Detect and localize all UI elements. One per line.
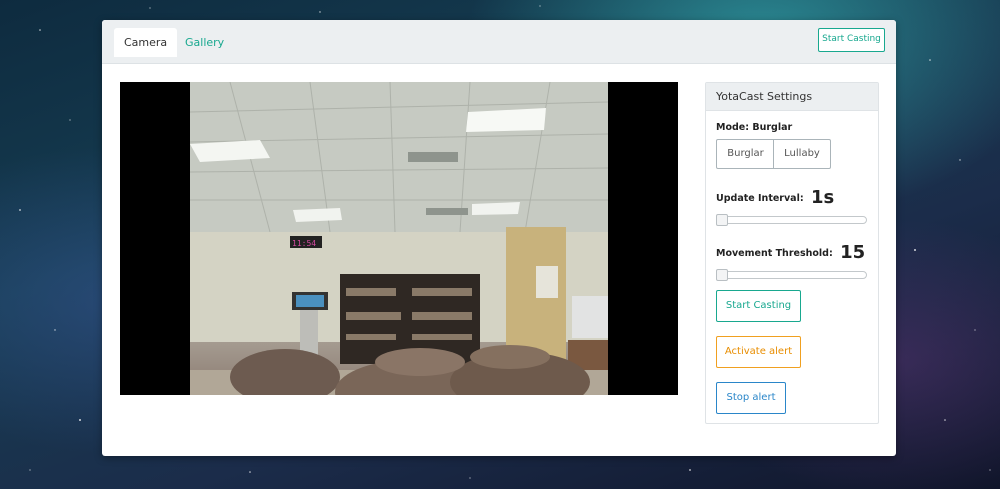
- mode-burglar-button[interactable]: Burglar: [716, 139, 775, 169]
- start-casting-button[interactable]: Start Casting: [716, 290, 801, 322]
- update-interval-slider[interactable]: [716, 214, 867, 226]
- movement-threshold-row: Movement Threshold: 15: [716, 242, 865, 263]
- movement-threshold-slider[interactable]: [716, 269, 867, 281]
- mode-row: Mode: Burglar: [716, 122, 792, 133]
- update-interval-label: Update Interval:: [716, 193, 804, 204]
- update-interval-slider-handle[interactable]: [716, 214, 728, 226]
- app-card: Camera Gallery Start Casting 11:54 YotaC…: [102, 20, 896, 456]
- activate-alert-button[interactable]: Activate alert: [716, 336, 801, 368]
- mode-value: Burglar: [752, 122, 793, 133]
- tab-bar: Camera Gallery Start Casting: [102, 20, 896, 64]
- stop-alert-button[interactable]: Stop alert: [716, 382, 786, 414]
- start-casting-header-button[interactable]: Start Casting: [818, 28, 885, 52]
- wall-clock-text: 11:54: [292, 239, 316, 248]
- camera-video: 11:54: [120, 82, 678, 395]
- movement-threshold-label: Movement Threshold:: [716, 248, 833, 259]
- update-interval-row: Update Interval: 1s: [716, 187, 834, 208]
- movement-threshold-value: 15: [840, 242, 866, 263]
- update-interval-value: 1s: [810, 187, 835, 208]
- tab-camera[interactable]: Camera: [114, 28, 178, 57]
- mode-lullaby-button[interactable]: Lullaby: [773, 139, 831, 169]
- movement-threshold-slider-handle[interactable]: [716, 269, 728, 281]
- tab-gallery[interactable]: Gallery: [175, 28, 234, 57]
- settings-title: YotaCast Settings: [706, 83, 878, 111]
- mode-label: Mode:: [716, 122, 750, 133]
- settings-panel: YotaCast Settings Mode: Burglar Burglar …: [705, 82, 879, 424]
- camera-feed-image: 11:54: [190, 82, 608, 395]
